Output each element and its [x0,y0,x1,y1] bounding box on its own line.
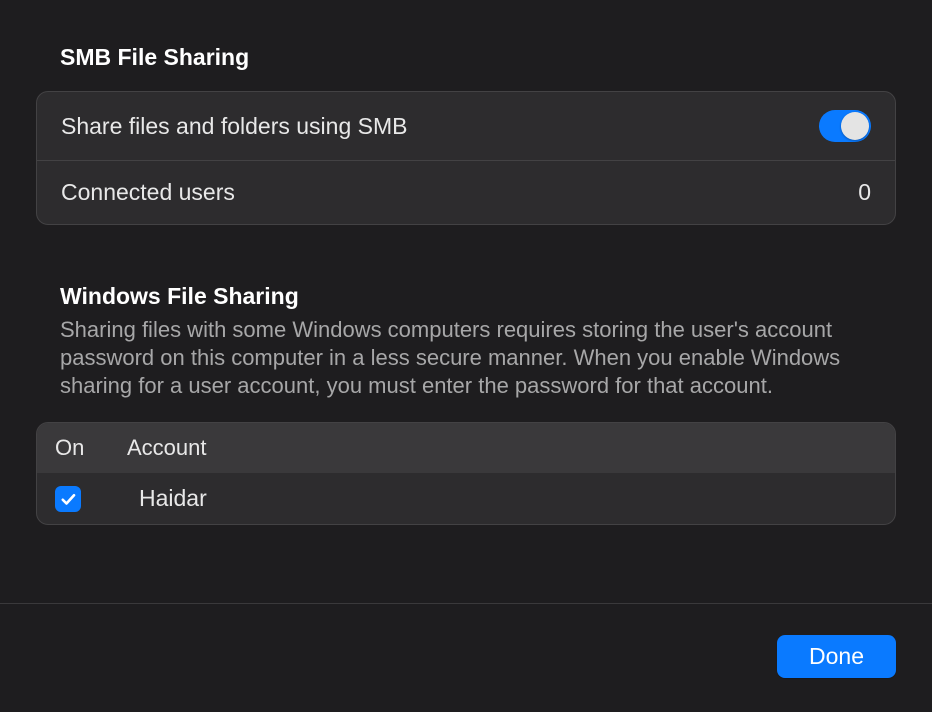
connected-users-count: 0 [858,179,871,206]
account-enabled-cell [55,486,127,512]
account-name: Haidar [127,485,877,512]
windows-description: Sharing files with some Windows computer… [60,316,872,400]
smb-share-toggle[interactable] [819,110,871,142]
smb-title: SMB File Sharing [60,44,896,71]
accounts-table-header: On Account [37,423,895,473]
footer: Done [777,635,896,678]
toggle-knob [841,112,869,140]
smb-share-row: Share files and folders using SMB [37,92,895,160]
smb-card: Share files and folders using SMB Connec… [36,91,896,225]
accounts-table: On Account Haidar [36,422,896,525]
connected-users-label: Connected users [61,179,235,206]
smb-share-label: Share files and folders using SMB [61,113,407,140]
smb-section: SMB File Sharing Share files and folders… [36,44,896,225]
account-checkbox[interactable] [55,486,81,512]
done-button[interactable]: Done [777,635,896,678]
footer-divider [0,603,932,604]
check-icon [59,490,77,508]
column-header-on: On [55,435,127,461]
table-row: Haidar [37,473,895,524]
windows-title: Windows File Sharing [60,283,896,310]
windows-section: Windows File Sharing Sharing files with … [36,283,896,525]
column-header-account: Account [127,435,877,461]
connected-users-row: Connected users 0 [37,160,895,224]
